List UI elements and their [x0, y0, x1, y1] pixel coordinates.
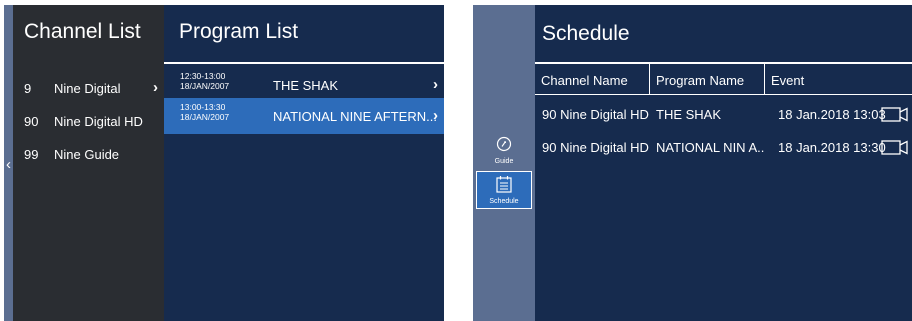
schedule-button[interactable]: Schedule	[476, 171, 532, 209]
channel-list-title: Channel List	[24, 20, 141, 43]
program-list-title: Program List	[179, 20, 299, 43]
back-strip[interactable]: ‹	[4, 5, 13, 321]
video-camera-icon	[881, 107, 908, 122]
column-header-label: Event	[771, 73, 805, 88]
schedule-event: 18 Jan.2018 13:03	[778, 107, 886, 122]
chevron-right-icon: ›	[153, 79, 158, 96]
channel-number: 9	[24, 81, 32, 96]
chevron-right-icon: ›	[433, 76, 438, 93]
guide-icon	[496, 136, 512, 152]
schedule-program: NATIONAL NIN A..	[656, 140, 765, 155]
schedule-row[interactable]: 90 Nine Digital HD NATIONAL NIN A.. 18 J…	[535, 132, 912, 162]
schedule-screen: Guide Schedule Schedule Channel Name Pro…	[473, 5, 912, 321]
channel-name: Nine Digital	[54, 81, 121, 96]
column-header-event: Event	[765, 64, 912, 95]
program-time: 12:30-13:00 18/JAN/2007	[180, 71, 229, 91]
calendar-icon	[496, 176, 512, 193]
channel-name: Nine Guide	[54, 147, 120, 162]
back-arrow-icon[interactable]: ‹	[4, 155, 13, 175]
channel-item[interactable]: 99 Nine Guide	[13, 139, 164, 169]
schedule-row[interactable]: 90 Nine Digital HD THE SHAK 18 Jan.2018 …	[535, 99, 912, 129]
column-header-label: Program Name	[656, 73, 745, 88]
schedule-channel: 90 Nine Digital HD	[542, 107, 649, 122]
schedule-event: 18 Jan.2018 13:30	[778, 140, 886, 155]
schedule-program: THE SHAK	[656, 107, 722, 122]
program-name: THE SHAK	[273, 78, 339, 93]
channel-item[interactable]: 9 Nine Digital ›	[13, 73, 164, 103]
video-camera-icon	[881, 140, 908, 155]
guide-label: Guide	[494, 158, 514, 165]
program-item-selected[interactable]: 13:00-13:30 18/JAN/2007 NATIONAL NINE AF…	[164, 98, 444, 134]
channel-program-screen: ‹ Channel List 9 Nine Digital › 90 Nine …	[4, 5, 444, 321]
program-date: 18/JAN/2007	[180, 112, 230, 122]
program-name: NATIONAL NINE AFTERN...	[273, 109, 437, 124]
schedule-panel: Schedule Channel Name Program Name Event…	[535, 5, 912, 321]
column-header-label: Channel Name	[541, 73, 628, 88]
channel-number: 90	[24, 114, 39, 129]
channel-name: Nine Digital HD	[54, 114, 143, 129]
channel-list-panel: Channel List 9 Nine Digital › 90 Nine Di…	[13, 5, 164, 321]
program-time-range: 13:00-13:30	[180, 102, 226, 112]
program-list-panel: Program List 12:30-13:00 18/JAN/2007 THE…	[164, 5, 444, 321]
column-header-channel: Channel Name	[535, 64, 650, 95]
channel-number: 99	[24, 147, 39, 162]
side-menu: Guide Schedule	[473, 5, 535, 321]
program-date: 18/JAN/2007	[180, 81, 230, 91]
schedule-label: Schedule	[489, 198, 519, 205]
program-time: 13:00-13:30 18/JAN/2007	[180, 102, 229, 122]
schedule-title: Schedule	[542, 22, 630, 45]
schedule-channel: 90 Nine Digital HD	[542, 140, 649, 155]
channel-item[interactable]: 90 Nine Digital HD	[13, 106, 164, 136]
guide-button[interactable]: Guide	[478, 133, 530, 169]
header-divider	[164, 62, 444, 64]
chevron-right-icon: ›	[433, 107, 438, 124]
program-time-range: 12:30-13:00	[180, 71, 226, 81]
column-header-program: Program Name	[650, 64, 765, 95]
